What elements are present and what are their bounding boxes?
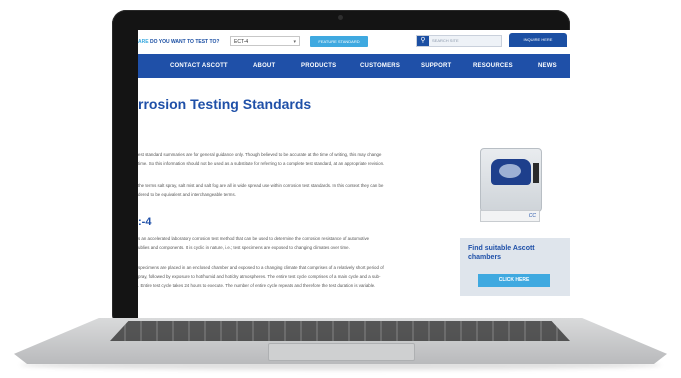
chevron-down-icon: ▾ — [293, 39, 296, 45]
search-placeholder: SEARCH SITE — [432, 38, 459, 43]
standard-select[interactable]: ECT-4 ▾ — [230, 36, 300, 46]
paragraph-line: pray, followed by exposure to hot/humid … — [138, 274, 381, 279]
nav-item-resources[interactable]: RESOURCES — [473, 54, 513, 78]
browser-viewport: ARE DO YOU WANT TO TEST TO? ECT-4 ▾ FEAT… — [138, 30, 570, 321]
chamber-base-logo: CC — [480, 210, 540, 222]
main-nav: CONTACT ASCOTT ABOUT PRODUCTS CUSTOMERS … — [138, 54, 570, 78]
chamber-finder-box: Find suitable Ascott chambers CLICK HERE — [460, 238, 570, 296]
search-icon[interactable]: ⚲ — [417, 36, 429, 46]
product-image[interactable]: CC — [476, 142, 544, 224]
chamber-control-panel — [533, 163, 539, 183]
select-value: ECT-4 — [234, 39, 249, 45]
search-input[interactable]: ⚲ SEARCH SITE — [416, 35, 502, 47]
nav-item-contact[interactable]: CONTACT ASCOTT — [170, 54, 228, 78]
click-here-button[interactable]: CLICK HERE — [478, 274, 550, 287]
laptop: ARE DO YOU WANT TO TEST TO? ECT-4 ▾ FEAT… — [0, 0, 681, 378]
nav-item-products[interactable]: PRODUCTS — [301, 54, 336, 78]
laptop-lid: ARE DO YOU WANT TO TEST TO? ECT-4 ▾ FEAT… — [112, 10, 570, 328]
paragraph-line: est standard summaries are for general g… — [138, 152, 382, 157]
paragraph-line: time. So this information should not be … — [138, 161, 385, 166]
chamber-finder-title: Find suitable Ascott chambers — [468, 245, 535, 261]
paragraph-line: the terms salt spray, salt mist and salt… — [138, 183, 384, 188]
question-prefix: ARE — [138, 39, 149, 45]
feature-standard-button[interactable]: FEATURE STANDARD — [310, 36, 368, 47]
question-text: DO YOU WANT TO TEST TO? — [149, 39, 220, 45]
camera-icon — [338, 15, 343, 20]
paragraph-line: specimens are placed in an enclosed cham… — [138, 265, 384, 270]
paragraph-line: s an accelerated laboratory corrosion te… — [138, 236, 370, 241]
top-bar: ARE DO YOU WANT TO TEST TO? ECT-4 ▾ FEAT… — [138, 30, 570, 54]
section-heading: :-4 — [138, 216, 152, 228]
paragraph-line: dered to be equivalent and interchangeab… — [138, 192, 236, 197]
nav-item-news[interactable]: NEWS — [538, 54, 557, 78]
chamber-body — [480, 148, 542, 212]
chamber-window — [499, 164, 521, 178]
nav-item-customers[interactable]: CUSTOMERS — [360, 54, 400, 78]
keyboard — [110, 321, 570, 341]
paragraph-line: . Entire test cycle takes 24 hours to ex… — [138, 283, 376, 288]
inquire-button[interactable]: INQUIRE HERE — [509, 33, 567, 47]
paragraph-line: ublies and components. It is cyclic in n… — [138, 245, 350, 250]
test-question-label: ARE DO YOU WANT TO TEST TO? — [138, 39, 219, 45]
nav-item-support[interactable]: SUPPORT — [421, 54, 451, 78]
trackpad — [268, 343, 415, 361]
nav-item-about[interactable]: ABOUT — [253, 54, 275, 78]
page-title: rrosion Testing Standards — [138, 96, 312, 112]
